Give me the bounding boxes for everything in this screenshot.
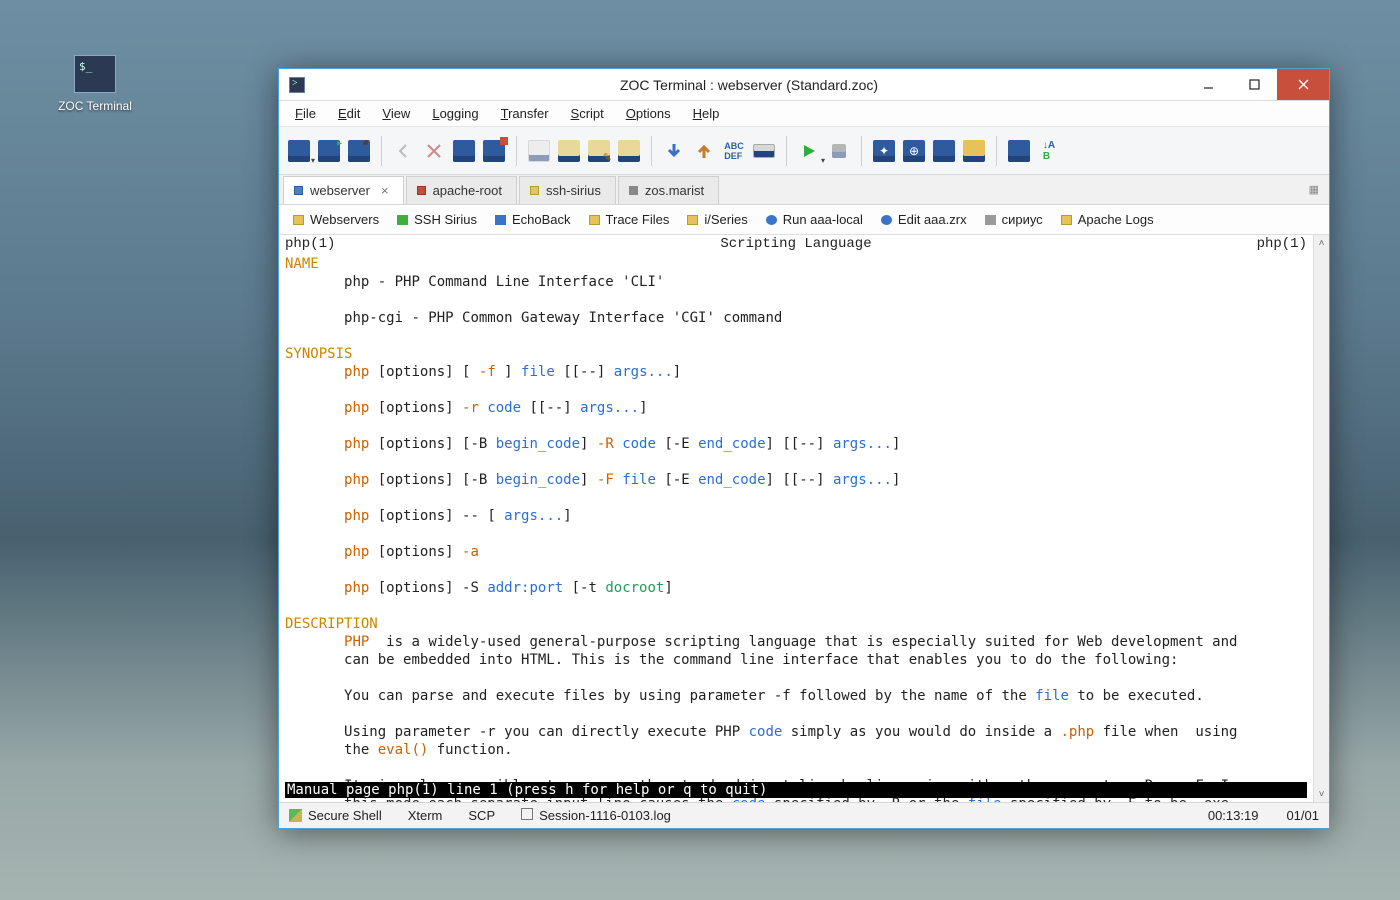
status-elapsed: 00:13:19 [1208, 808, 1259, 823]
tab-overview-icon[interactable]: ▦ [1309, 183, 1319, 196]
tb-tool2-button[interactable]: ↓AB [1035, 135, 1063, 167]
tb-stop-script-button[interactable] [825, 135, 853, 167]
tb-run-script-button[interactable] [795, 135, 823, 167]
terminal-icon [74, 55, 116, 93]
bookmark-bar: Webservers SSH Sirius EchoBack Trace Fil… [279, 205, 1329, 235]
minimize-button[interactable] [1185, 69, 1231, 100]
menu-logging[interactable]: Logging [422, 102, 488, 125]
vertical-scrollbar[interactable]: ˄ ˅ [1313, 235, 1329, 802]
bm-edit-aaa-zrx[interactable]: Edit aaa.zrx [881, 212, 967, 227]
close-button[interactable] [1277, 69, 1329, 100]
pager-status-line: Manual page php(1) line 1 (press h for h… [285, 782, 1307, 798]
tab-webserver[interactable]: webserver × [283, 176, 404, 204]
tb-back-button[interactable] [390, 135, 418, 167]
tb-session1-button[interactable] [450, 135, 478, 167]
man-header-center: Scripting Language [720, 235, 871, 253]
status-logfile[interactable]: Session-1116-0103.log [521, 808, 671, 823]
tb-cancel-button[interactable] [420, 135, 448, 167]
tab-status-icon [530, 186, 539, 195]
bm-apache-logs[interactable]: Apache Logs [1061, 212, 1154, 227]
bm-run-aaa-local[interactable]: Run aaa-local [766, 212, 863, 227]
checkbox-icon[interactable] [521, 808, 533, 820]
tb-abc-button[interactable]: ABCDEF [720, 135, 748, 167]
tb-edit-button[interactable]: ✎ [585, 135, 613, 167]
tab-label: zos.marist [645, 183, 704, 198]
tb-connect-button[interactable]: ▸ [315, 135, 343, 167]
bm-sirius-ru[interactable]: сириус [985, 212, 1043, 227]
menu-script[interactable]: Script [561, 102, 614, 125]
statusbar: Secure Shell Xterm SCP Session-1116-0103… [279, 802, 1329, 828]
tab-apache-root[interactable]: apache-root [406, 176, 517, 204]
menu-edit[interactable]: Edit [328, 102, 370, 125]
app-icon [289, 77, 305, 93]
tab-status-icon [294, 186, 303, 195]
tab-status-icon [417, 186, 426, 195]
tb-options-button[interactable]: ✦ [870, 135, 898, 167]
tb-tool1-button[interactable] [1005, 135, 1033, 167]
man-header-right: php(1) [1257, 235, 1307, 253]
tb-screen-button[interactable] [930, 135, 958, 167]
menu-options[interactable]: Options [616, 102, 681, 125]
desktop-shortcut-label: ZOC Terminal [58, 99, 132, 113]
tab-zos-marist[interactable]: zos.marist [618, 176, 719, 204]
status-connection: Secure Shell [289, 808, 382, 823]
menu-view[interactable]: View [372, 102, 420, 125]
status-emulation: Xterm [408, 808, 443, 823]
tb-disconnect-button[interactable]: ◾ [345, 135, 373, 167]
scroll-up-icon[interactable]: ˄ [1314, 235, 1329, 251]
tb-hostdir-button[interactable] [285, 135, 313, 167]
tb-target-button[interactable]: ⊕ [900, 135, 928, 167]
bm-iseries[interactable]: i/Series [687, 212, 747, 227]
menu-transfer[interactable]: Transfer [491, 102, 559, 125]
tb-copy-button[interactable] [525, 135, 553, 167]
menu-file[interactable]: File [285, 102, 326, 125]
tb-session2-button[interactable] [480, 135, 508, 167]
tb-print-button[interactable] [615, 135, 643, 167]
shield-icon [289, 809, 302, 822]
tab-ssh-sirius[interactable]: ssh-sirius [519, 176, 616, 204]
zoc-terminal-window: ZOC Terminal : webserver (Standard.zoc) … [278, 68, 1330, 829]
toolbar: ▸ ◾ ✎ ABCDEF ✦ ⊕ ↓AB [279, 127, 1329, 175]
tab-label: apache-root [433, 183, 502, 198]
menu-help[interactable]: Help [683, 102, 730, 125]
tb-download-button[interactable] [660, 135, 688, 167]
status-protocol: SCP [468, 808, 495, 823]
terminal-content: NAME php - PHP Command Line Interface 'C… [285, 255, 1307, 802]
desktop-shortcut-zoc[interactable]: ZOC Terminal [55, 55, 135, 113]
menubar: File Edit View Logging Transfer Script O… [279, 101, 1329, 127]
tb-open-folder-button[interactable] [960, 135, 988, 167]
bm-echoback[interactable]: EchoBack [495, 212, 571, 227]
tb-upload-button[interactable] [690, 135, 718, 167]
tab-close-icon[interactable]: × [381, 183, 389, 198]
tab-status-icon [629, 186, 638, 195]
tb-paste-button[interactable] [555, 135, 583, 167]
status-position: 01/01 [1286, 808, 1319, 823]
scroll-down-icon[interactable]: ˅ [1314, 786, 1329, 802]
man-header-left: php(1) [285, 235, 335, 253]
tab-label: webserver [310, 183, 370, 198]
window-title: ZOC Terminal : webserver (Standard.zoc) [313, 77, 1185, 93]
bm-trace-files[interactable]: Trace Files [589, 212, 670, 227]
maximize-button[interactable] [1231, 69, 1277, 100]
session-tabbar: webserver × apache-root ssh-sirius zos.m… [279, 175, 1329, 205]
bm-webservers[interactable]: Webservers [293, 212, 379, 227]
bm-ssh-sirius[interactable]: SSH Sirius [397, 212, 477, 227]
titlebar[interactable]: ZOC Terminal : webserver (Standard.zoc) [279, 69, 1329, 101]
tb-keyboard-button[interactable] [750, 135, 778, 167]
tab-label: ssh-sirius [546, 183, 601, 198]
terminal-viewport[interactable]: php(1) Scripting Language php(1) NAME ph… [279, 235, 1313, 802]
